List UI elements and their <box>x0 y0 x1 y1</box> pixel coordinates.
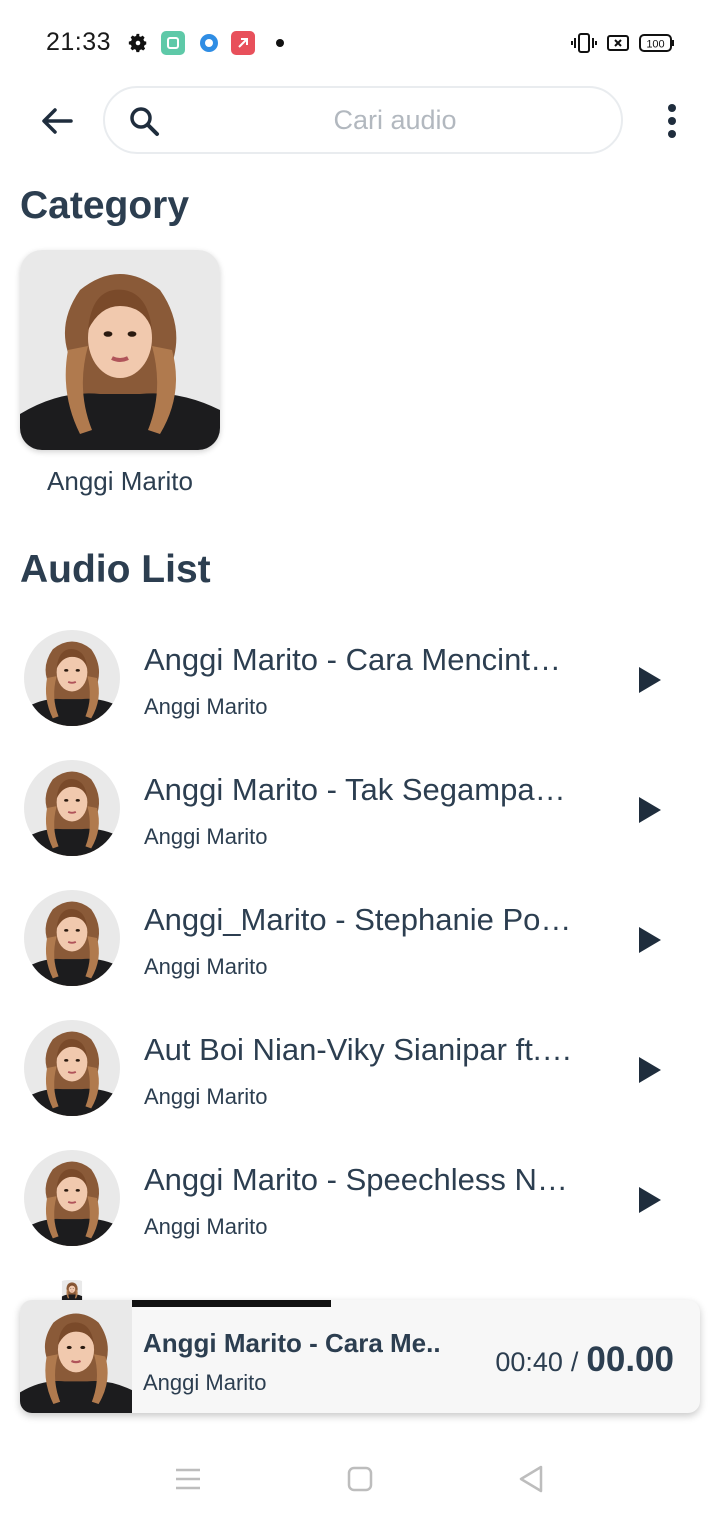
time-separator: / <box>570 1347 579 1377</box>
avatar <box>24 890 120 986</box>
list-item[interactable]: Anggi Marito - Speechless Naomi Scott An… <box>0 1150 720 1280</box>
category-thumbnail <box>20 250 220 450</box>
audio-title: Anggi_Marito - Stephanie Poetri - I Love… <box>144 902 574 937</box>
audio-title: Aut Boi Nian-Viky Sianipar ft. Anggi Mar… <box>144 1032 574 1067</box>
audio-artist: Anggi Marito <box>144 1214 268 1239</box>
home-square-icon <box>347 1466 373 1492</box>
sim-icon <box>607 30 631 56</box>
avatar <box>24 630 120 726</box>
status-bar: 21:33 100 <box>0 0 720 88</box>
search-bar[interactable] <box>103 86 623 154</box>
list-item[interactable]: Anggi Marito - Tak Segampang Itu Anggi M… <box>0 760 720 890</box>
progress-fill <box>132 1300 331 1307</box>
battery-icon: 100 <box>639 30 675 56</box>
elapsed-time: 00:40 <box>495 1347 563 1377</box>
back-triangle-icon <box>519 1465 543 1493</box>
avatar <box>48 1280 96 1300</box>
category-heading: Category <box>20 184 190 227</box>
menu-icon <box>176 1468 200 1490</box>
more-options-button[interactable] <box>655 100 689 142</box>
app-icon <box>231 31 255 55</box>
play-button[interactable] <box>630 1050 670 1090</box>
audio-title: Anggi Marito - Speechless Naomi Scott <box>144 1162 574 1197</box>
audio-title: Anggi Marito - Cara Mencintai Kamu <box>144 642 574 677</box>
play-button[interactable] <box>630 1180 670 1220</box>
back-button[interactable] <box>34 98 80 144</box>
now-playing-thumbnail <box>20 1300 132 1413</box>
play-icon <box>639 1187 661 1213</box>
audio-artist: Anggi Marito <box>144 954 268 979</box>
playback-time: 00:40 / 00.00 <box>495 1340 674 1380</box>
more-vertical-icon <box>668 104 676 138</box>
play-icon <box>639 797 661 823</box>
audio-artist: Anggi Marito <box>144 694 268 719</box>
mini-player[interactable]: Anggi Marito - Cara Me.. Anggi Marito 00… <box>20 1300 700 1413</box>
app-icon <box>197 31 221 55</box>
total-duration: 00.00 <box>586 1340 674 1379</box>
navigation-bar <box>0 1436 720 1520</box>
avatar <box>24 1020 120 1116</box>
category-label: Anggi Marito <box>47 466 193 496</box>
app-icon <box>161 31 185 55</box>
list-item[interactable]: Anggi_Marito - Stephanie Poetri - I Love… <box>0 890 720 1020</box>
search-input[interactable] <box>175 88 615 152</box>
play-button[interactable] <box>630 920 670 960</box>
avatar <box>24 1150 120 1246</box>
audio-list-heading: Audio List <box>20 548 211 591</box>
play-button[interactable] <box>630 660 670 700</box>
category-card-anggi-marito[interactable]: Anggi Marito <box>20 250 220 497</box>
home-button[interactable] <box>340 1462 380 1496</box>
progress-bar[interactable] <box>132 1300 700 1307</box>
play-icon <box>639 667 661 693</box>
audio-artist: Anggi Marito <box>144 824 268 849</box>
arrow-left-icon <box>42 108 73 134</box>
gear-icon <box>126 31 150 55</box>
list-item[interactable]: Anggi Marito - Cara Mencintai Kamu Anggi… <box>0 630 720 760</box>
vibrate-icon <box>571 30 597 56</box>
play-button[interactable] <box>630 790 670 830</box>
list-item[interactable]: Aut Boi Nian-Viky Sianipar ft. Anggi Mar… <box>0 1020 720 1150</box>
audio-artist: Anggi Marito <box>144 1084 268 1109</box>
dot-icon <box>268 31 292 55</box>
avatar <box>24 760 120 856</box>
system-back-button[interactable] <box>511 1462 551 1496</box>
audio-title: Anggi Marito - Tak Segampang Itu <box>144 772 574 807</box>
battery-level: 100 <box>646 39 664 51</box>
play-icon <box>639 1057 661 1083</box>
now-playing-artist: Anggi Marito <box>143 1370 267 1395</box>
recent-apps-button[interactable] <box>168 1462 208 1496</box>
status-time: 21:33 <box>46 28 112 56</box>
search-icon <box>130 107 159 136</box>
now-playing-title: Anggi Marito - Cara Me.. <box>143 1328 441 1358</box>
play-icon <box>639 927 661 953</box>
